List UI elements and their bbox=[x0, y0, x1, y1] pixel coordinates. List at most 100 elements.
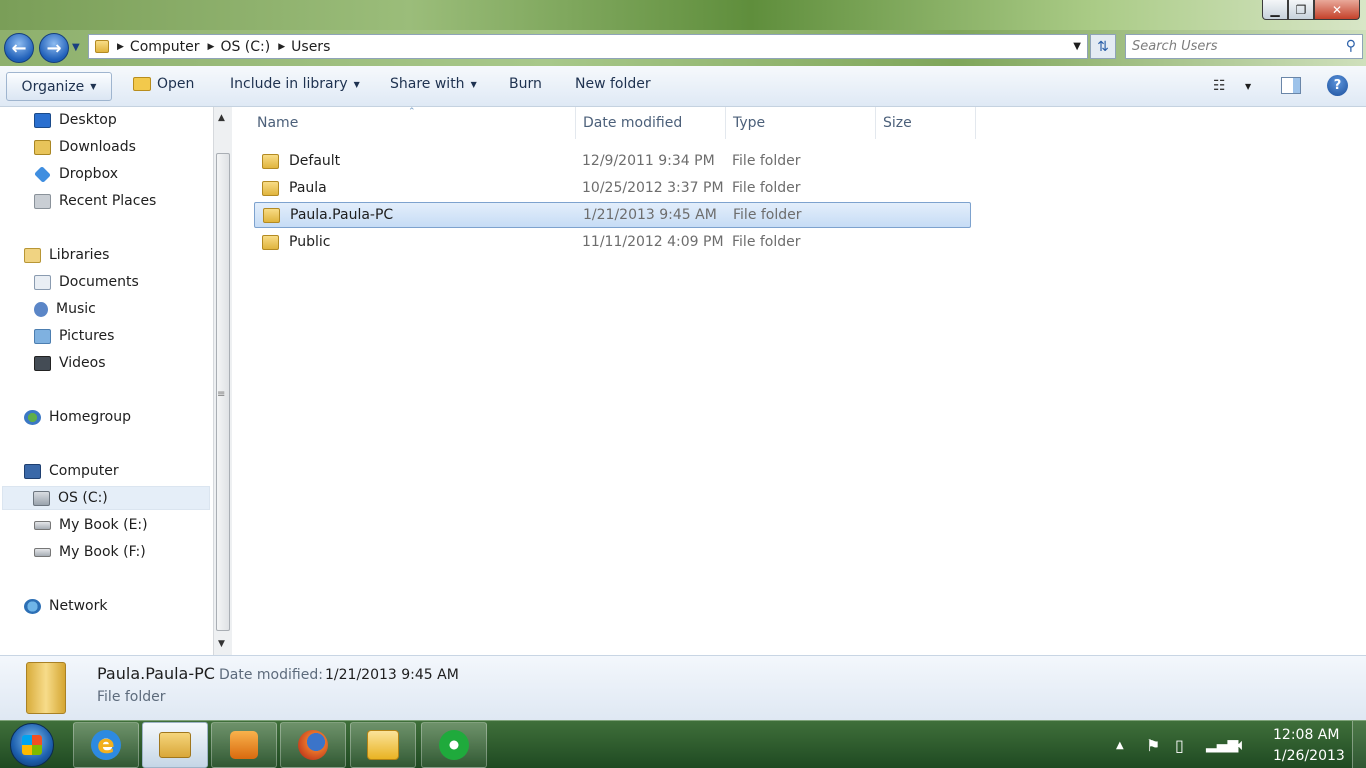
media-player-icon bbox=[230, 731, 258, 759]
file-type: File folder bbox=[732, 234, 801, 250]
column-header-size[interactable]: Size bbox=[876, 107, 976, 139]
help-icon[interactable]: ? bbox=[1327, 75, 1348, 96]
network-signal-icon[interactable]: ▂▄▆ bbox=[1206, 721, 1238, 768]
volume-icon[interactable]: 🔈︎ bbox=[1237, 721, 1247, 768]
address-row: ← → ▼ ▶ Computer ▶ OS (C:) ▶ Users ▼ ⇅ ⚲ bbox=[0, 30, 1366, 66]
open-folder-icon bbox=[133, 77, 151, 91]
taskbar-app[interactable] bbox=[421, 722, 487, 768]
minimize-button[interactable]: ▁ bbox=[1262, 0, 1288, 20]
new-folder-label: New folder bbox=[575, 76, 651, 92]
file-date: 1/21/2013 9:45 AM bbox=[583, 207, 717, 223]
taskbar-windows-explorer[interactable] bbox=[142, 722, 208, 768]
battery-icon[interactable]: ▯ bbox=[1175, 721, 1184, 768]
nav-item-downloads[interactable]: Downloads bbox=[34, 135, 136, 159]
nav-item-my-book-f[interactable]: My Book (F:) bbox=[34, 540, 146, 564]
file-name: Paula.Paula-PC bbox=[263, 207, 393, 223]
close-button[interactable]: ✕ bbox=[1314, 0, 1360, 20]
file-row-public[interactable]: Public 11/11/2012 4:09 PM File folder bbox=[254, 230, 971, 254]
chevron-down-icon: ▼ bbox=[470, 79, 477, 89]
organize-button[interactable]: Organize ▼ bbox=[6, 72, 112, 101]
breadcrumb-separator[interactable]: ▶ bbox=[117, 42, 124, 52]
pictures-icon bbox=[34, 328, 51, 344]
column-header-label: Size bbox=[883, 115, 912, 131]
search-icon[interactable]: ⚲ bbox=[1346, 38, 1356, 54]
open-button[interactable]: Open bbox=[133, 76, 194, 92]
refresh-button[interactable]: ⇅ bbox=[1090, 34, 1116, 59]
details-date-value[interactable]: 1/21/2013 9:45 AM bbox=[325, 667, 459, 683]
column-header-type[interactable]: Type bbox=[726, 107, 876, 139]
windows-explorer-icon bbox=[159, 732, 191, 758]
file-row-default[interactable]: Default 12/9/2011 9:34 PM File folder bbox=[254, 149, 971, 173]
preview-pane-icon[interactable] bbox=[1281, 77, 1301, 94]
include-in-library-button[interactable]: Include in library ▼ bbox=[230, 76, 360, 92]
drive-c-icon bbox=[33, 490, 50, 506]
nav-item-pictures[interactable]: Pictures bbox=[34, 324, 114, 348]
nav-item-desktop[interactable]: Desktop bbox=[34, 108, 117, 132]
change-view-icon[interactable]: ☷ bbox=[1213, 78, 1226, 94]
nav-item-network[interactable]: Network bbox=[24, 594, 107, 618]
taskbar-internet-explorer[interactable]: e bbox=[73, 722, 139, 768]
homegroup-icon bbox=[24, 409, 41, 425]
search-input[interactable] bbox=[1126, 35, 1326, 57]
breadcrumb-users[interactable]: Users bbox=[291, 39, 330, 55]
firefox-icon bbox=[298, 730, 328, 760]
file-type: File folder bbox=[732, 180, 801, 196]
nav-item-dropbox[interactable]: Dropbox bbox=[34, 162, 118, 186]
scroll-down-arrow-icon[interactable]: ▼ bbox=[218, 639, 225, 649]
start-button[interactable] bbox=[10, 723, 54, 767]
share-with-button[interactable]: Share with ▼ bbox=[390, 76, 477, 92]
nav-item-os-c[interactable]: OS (C:) bbox=[2, 486, 210, 510]
breadcrumb-computer[interactable]: Computer bbox=[130, 39, 200, 55]
file-row-paula[interactable]: Paula 10/25/2012 3:37 PM File folder bbox=[254, 176, 971, 200]
nav-item-computer[interactable]: Computer bbox=[24, 459, 119, 483]
show-desktop-button[interactable] bbox=[1352, 721, 1366, 768]
show-hidden-icons-icon[interactable]: ▲ bbox=[1116, 721, 1124, 768]
maximize-button[interactable]: ❐ bbox=[1288, 0, 1314, 20]
back-button[interactable]: ← bbox=[4, 33, 34, 63]
clock-time[interactable]: 12:08 AM bbox=[1273, 727, 1339, 743]
breadcrumb-separator[interactable]: ▶ bbox=[278, 42, 285, 52]
breadcrumb-separator[interactable]: ▶ bbox=[208, 42, 215, 52]
recent-pages-dropdown[interactable]: ▼ bbox=[72, 42, 80, 53]
taskbar-outlook[interactable] bbox=[350, 722, 416, 768]
clock-date[interactable]: 1/26/2013 bbox=[1273, 748, 1345, 764]
nav-item-label: Homegroup bbox=[49, 409, 132, 425]
scroll-up-arrow-icon[interactable]: ▲ bbox=[218, 113, 225, 123]
new-folder-button[interactable]: New folder bbox=[575, 76, 651, 92]
file-list: ⌃ Name Date modified Type Size Default 1… bbox=[232, 107, 1366, 655]
details-date-label: Date modified: bbox=[219, 667, 323, 683]
nav-item-label: OS (C:) bbox=[58, 490, 108, 506]
folder-icon bbox=[263, 207, 280, 223]
grip-icon: ≡ bbox=[217, 389, 226, 400]
column-header-name[interactable]: Name bbox=[232, 107, 576, 139]
search-box[interactable]: ⚲ bbox=[1125, 34, 1363, 59]
address-bar[interactable]: ▶ Computer ▶ OS (C:) ▶ Users ▼ bbox=[88, 34, 1088, 59]
nav-item-label: Videos bbox=[59, 355, 106, 371]
view-options-dropdown[interactable]: ▼ bbox=[1245, 82, 1251, 91]
burn-button[interactable]: Burn bbox=[509, 76, 542, 92]
nav-item-documents[interactable]: Documents bbox=[34, 270, 139, 294]
title-bar[interactable]: ▁ ❐ ✕ bbox=[0, 0, 1366, 30]
share-with-label: Share with bbox=[390, 76, 465, 92]
file-name-text: Paula bbox=[289, 180, 327, 196]
taskbar-media-player[interactable] bbox=[211, 722, 277, 768]
taskbar: e ▲ ⚑ ▯ ▂▄▆ 🔈︎ 12:08 AM 1/26/2013 bbox=[0, 720, 1366, 768]
column-header-date-modified[interactable]: Date modified bbox=[576, 107, 726, 139]
nav-item-recent-places[interactable]: Recent Places bbox=[34, 189, 156, 213]
nav-item-label: Desktop bbox=[59, 112, 117, 128]
breadcrumb-os-c[interactable]: OS (C:) bbox=[220, 39, 270, 55]
forward-button[interactable]: → bbox=[39, 33, 69, 63]
folder-icon bbox=[95, 40, 109, 53]
taskbar-firefox[interactable] bbox=[280, 722, 346, 768]
action-center-flag-icon[interactable]: ⚑ bbox=[1146, 721, 1160, 768]
nav-item-my-book-e[interactable]: My Book (E:) bbox=[34, 513, 148, 537]
nav-item-homegroup[interactable]: Homegroup bbox=[24, 405, 131, 429]
file-name: Public bbox=[262, 234, 330, 250]
nav-item-music[interactable]: Music bbox=[34, 297, 96, 321]
nav-item-videos[interactable]: Videos bbox=[34, 351, 106, 375]
nav-item-libraries[interactable]: Libraries bbox=[24, 243, 109, 267]
address-history-dropdown[interactable]: ▼ bbox=[1073, 41, 1081, 52]
command-bar: Organize ▼ Open Include in library ▼ Sha… bbox=[0, 66, 1366, 107]
nav-scrollbar[interactable]: ▲ ≡ ▼ bbox=[213, 107, 232, 655]
file-row-paula-paula-pc[interactable]: Paula.Paula-PC 1/21/2013 9:45 AM File fo… bbox=[254, 202, 971, 228]
